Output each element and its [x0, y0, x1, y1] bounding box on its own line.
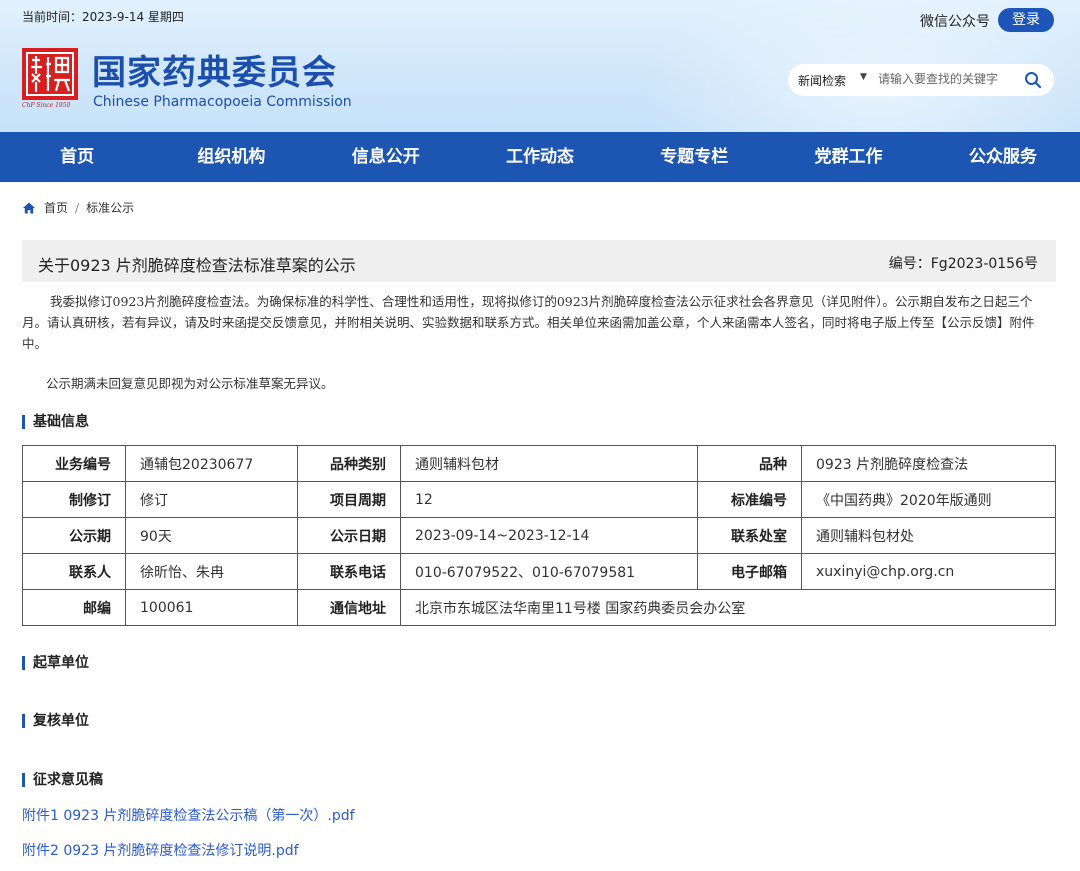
table-row: 制修订 修订 项目周期 12 标准编号 《中国药典》2020年版通则 [22, 481, 1056, 518]
nav-item-disclosure[interactable]: 信息公开 [309, 132, 463, 182]
table-value: 0923 片剂脆碎度检查法 [801, 445, 1056, 482]
section-heading-basic: 基础信息 [22, 415, 89, 429]
nav-item-party[interactable]: 党群工作 [771, 132, 925, 182]
section-heading-review-unit: 复核单位 [22, 714, 89, 728]
table-value: 北京市东城区法华南里11号楼 国家药典委员会办公室 [400, 589, 1056, 626]
section-heading-opinion: 征求意见稿 [22, 773, 103, 787]
table-label: 标准编号 [697, 481, 802, 518]
search-icon[interactable] [1024, 71, 1042, 89]
table-value: 010-67079522、010-67079581 [400, 553, 698, 590]
table-value: 通辅包20230677 [125, 445, 298, 482]
breadcrumb-home[interactable]: 首页 [44, 199, 68, 216]
nav-item-topics[interactable]: 专题专栏 [617, 132, 771, 182]
nav-item-public-service[interactable]: 公众服务 [926, 132, 1080, 182]
table-row: 业务编号 通辅包20230677 品种类别 通则辅料包材 品种 0923 片剂脆… [22, 445, 1056, 482]
main-nav: 首页 组织机构 信息公开 工作动态 专题专栏 党群工作 公众服务 [0, 132, 1080, 182]
table-label: 品种 [697, 445, 802, 482]
table-label: 制修订 [22, 481, 126, 518]
table-value: 《中国药典》2020年版通则 [801, 481, 1056, 518]
article-number: 编号：Fg2023-0156号 [888, 256, 1038, 272]
table-label: 电子邮箱 [697, 553, 802, 590]
breadcrumb: 首页 / 标准公示 [22, 199, 134, 216]
table-label: 联系电话 [297, 553, 401, 590]
seal-caption: ChP Since 1950 [22, 102, 71, 109]
home-icon[interactable] [22, 201, 36, 215]
chevron-down-icon[interactable]: ▼ [860, 72, 867, 82]
table-label: 项目周期 [297, 481, 401, 518]
table-label: 邮编 [22, 589, 126, 626]
table-label: 业务编号 [22, 445, 126, 482]
article-paragraph-2: 公示期满未回复意见即视为对公示标准草案无异议。 [46, 376, 334, 391]
table-label: 通信地址 [297, 589, 401, 626]
current-date: 当前时间：2023-9-14 星期四 [22, 10, 184, 24]
table-value: 徐昕怡、朱冉 [125, 553, 298, 590]
seal-glyph-icon [26, 52, 74, 96]
table-row: 邮编 100061 通信地址 北京市东城区法华南里11号楼 国家药典委员会办公室 [22, 589, 1056, 626]
brand-title-en: Chinese Pharmacopoeia Commission [93, 94, 352, 110]
nav-item-news[interactable]: 工作动态 [463, 132, 617, 182]
table-label: 品种类别 [297, 445, 401, 482]
brand-title-cn[interactable]: 国家药典委员会 [92, 45, 337, 94]
table-value: 100061 [125, 589, 298, 626]
login-button[interactable]: 登录 [998, 8, 1054, 32]
table-label: 联系处室 [697, 517, 802, 554]
table-row: 公示期 90天 公示日期 2023-09-14~2023-12-14 联系处室 … [22, 517, 1056, 554]
article-paragraph-1: 我委拟修订0923片剂脆碎度检查法。为确保标准的科学性、合理性和适用性，现将拟修… [22, 294, 1035, 351]
table-label: 公示期 [22, 517, 126, 554]
search-input[interactable] [878, 72, 1018, 86]
attachment-link-2[interactable]: 附件2 0923 片剂脆碎度检查法修订说明.pdf [22, 840, 299, 860]
table-value: xuxinyi@chp.org.cn [801, 553, 1056, 590]
table-value: 修订 [125, 481, 298, 518]
table-label: 联系人 [22, 553, 126, 590]
site-header: 当前时间：2023-9-14 星期四 微信公众号 登录 ChP Since 19… [0, 0, 1080, 132]
article-title-bar: 关于0923 片剂脆碎度检查法标准草案的公示 编号：Fg2023-0156号 [22, 240, 1056, 282]
wechat-link[interactable]: 微信公众号 [920, 11, 990, 31]
nav-item-organization[interactable]: 组织机构 [154, 132, 308, 182]
logo-seal[interactable] [22, 48, 78, 100]
section-heading-draft-unit: 起草单位 [22, 656, 89, 670]
search-scope-select[interactable]: 新闻检索 [798, 72, 846, 89]
table-value: 90天 [125, 517, 298, 554]
attachment-link-1[interactable]: 附件1 0923 片剂脆碎度检查法公示稿（第一次）.pdf [22, 805, 355, 825]
table-row: 联系人 徐昕怡、朱冉 联系电话 010-67079522、010-6707958… [22, 553, 1056, 590]
nav-item-home[interactable]: 首页 [0, 132, 154, 182]
basic-info-table: 业务编号 通辅包20230677 品种类别 通则辅料包材 品种 0923 片剂脆… [22, 445, 1056, 626]
table-value: 2023-09-14~2023-12-14 [400, 517, 698, 554]
table-label: 公示日期 [297, 517, 401, 554]
table-value: 通则辅料包材 [400, 445, 698, 482]
table-value: 12 [400, 481, 698, 518]
search-box: 新闻检索 ▼ [788, 64, 1054, 96]
breadcrumb-separator: / [75, 200, 80, 215]
table-value: 通则辅料包材处 [801, 517, 1056, 554]
article-title: 关于0923 片剂脆碎度检查法标准草案的公示 [38, 256, 356, 275]
breadcrumb-current[interactable]: 标准公示 [86, 199, 134, 216]
